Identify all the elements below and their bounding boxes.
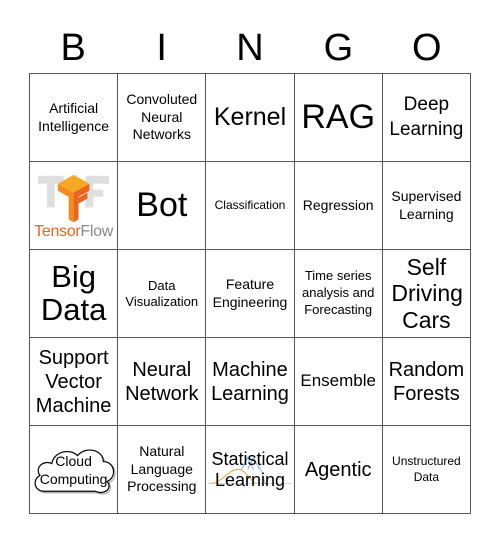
cell-label: Feature Engineering [212,276,288,310]
bingo-cell[interactable]: Convoluted Neural Networks [118,74,207,162]
cell-label: Big Data [40,258,107,327]
bingo-cell[interactable]: Neural Network [118,338,207,426]
cell-label: Time series analysis and Forecasting [302,268,375,317]
cell-label: Machine Learning [211,358,289,405]
bingo-card: Artificial Intelligence Convoluted Neura… [29,73,471,514]
cell-label: Data Visualization [125,277,199,309]
cell-label: Statistical Learning [211,448,289,490]
bingo-cell[interactable]: TensorFlow [30,162,119,250]
header-letter-o: O [412,27,442,69]
bingo-cell[interactable]: Deep Learning [382,74,471,162]
bingo-cell[interactable]: Big Data [30,250,119,338]
bingo-cell[interactable]: Random Forests [382,338,471,426]
cell-label: Bot [136,185,188,224]
header-letter-n: N [236,27,264,69]
cell-label: Agentic [304,458,372,481]
bingo-cell[interactable]: Agentic [294,426,383,514]
bingo-cell[interactable]: Regression [294,162,383,250]
cell-label: Natural Language Processing [127,443,197,495]
bingo-cell[interactable]: Ensemble [294,338,383,426]
bingo-cell[interactable]: Unstructured Data [382,426,471,514]
cell-label: Random Forests [388,358,465,405]
bingo-cell[interactable]: Natural Language Processing [118,426,207,514]
bingo-header: B I N G O [29,24,471,72]
bingo-cell[interactable]: RAG [294,74,383,162]
bingo-cell[interactable]: Supervised Learning [382,162,471,250]
cell-label: Ensemble [300,371,376,391]
cell-label: Supervised Learning [391,188,462,222]
bingo-cell[interactable]: Support Vector Machine [30,338,119,426]
cell-label: Regression [302,196,374,213]
cell-label: Kernel [213,103,287,132]
cell-label: Cloud Computing [39,453,108,487]
bingo-cell[interactable]: Data Visualization [118,250,207,338]
header-letter-b: B [60,27,86,69]
cell-label: RAG [301,97,376,136]
bingo-cell[interactable]: Machine Learning [206,338,295,426]
bingo-cell[interactable]: Self Driving Cars [382,250,471,338]
bingo-cell[interactable]: Kernel [206,74,295,162]
cell-label: Neural Network [125,358,199,405]
cell-label: Artificial Intelligence [38,100,109,134]
bingo-cell[interactable]: Feature Engineering [206,250,295,338]
bingo-cell[interactable]: Classification [206,162,295,250]
cell-label: Classification [214,197,286,212]
cell-label: Convoluted Neural Networks [126,91,198,143]
bingo-cell[interactable]: Artificial Intelligence [30,74,119,162]
tensorflow-wordmark: TensorFlow [30,223,117,241]
cell-label: Deep Learning [389,93,464,140]
tensorflow-word-part1: Tensor [34,222,81,240]
header-letter-g: G [323,27,354,69]
cell-label: Self Driving Cars [391,253,463,333]
bingo-cell[interactable]: Statistical Learning [206,426,295,514]
header-letter-i: I [156,27,167,69]
tensorflow-word-part2: Flow [80,222,113,240]
cell-label: Unstructured Data [392,453,461,484]
cell-label: Support Vector Machine [35,346,112,417]
bingo-cell[interactable]: Time series analysis and Forecasting [294,250,383,338]
bingo-cell[interactable]: Cloud Computing [30,426,119,514]
bingo-cell[interactable]: Bot [118,162,207,250]
